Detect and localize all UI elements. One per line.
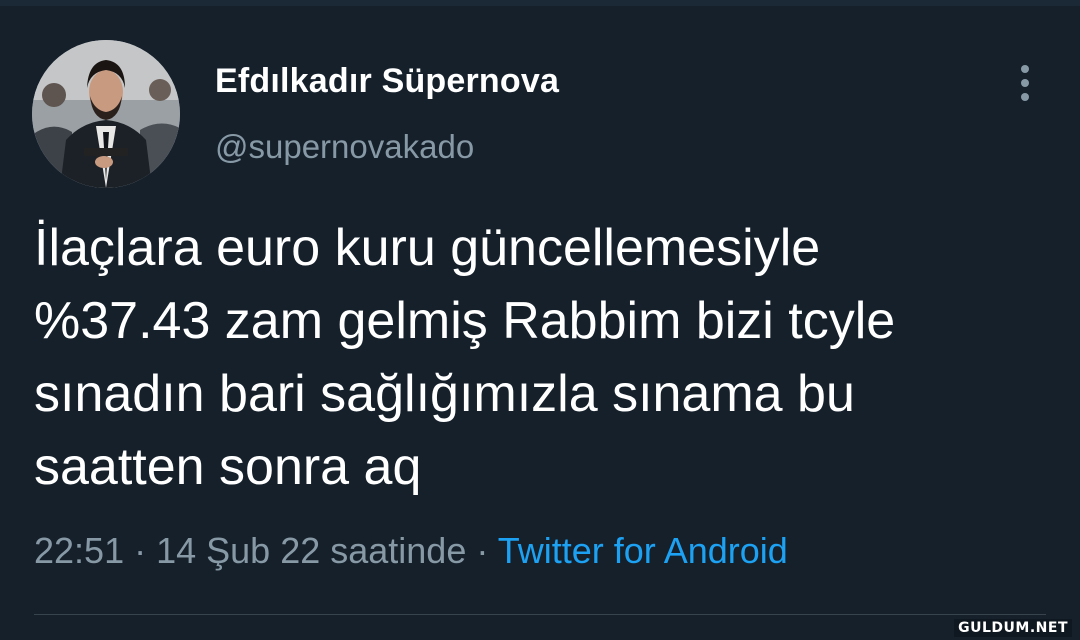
tweet-text: İlaçlara euro kuru güncellemesiyle %37.4… [34, 219, 896, 496]
tweet-source-link[interactable]: Twitter for Android [498, 530, 788, 571]
avatar[interactable] [32, 40, 180, 188]
vertical-ellipsis-icon [1021, 65, 1029, 73]
more-options-button[interactable] [1008, 60, 1042, 106]
tweet-page: Efdılkadır Süpernova @supernovakado İlaç… [0, 0, 1080, 640]
tweet-time[interactable]: 22:51 [34, 530, 124, 571]
handle[interactable]: @supernovakado [215, 128, 474, 166]
top-divider [0, 0, 1080, 6]
bottom-divider [34, 614, 1046, 615]
watermark: GULDUM.NET [954, 619, 1072, 637]
meta-separator: · [124, 530, 157, 571]
tweet-meta: 22:51 · 14 Şub 22 saatinde · Twitter for… [34, 530, 788, 572]
tweet-date[interactable]: 14 Şub 22 saatinde [156, 530, 466, 571]
vertical-ellipsis-icon [1021, 93, 1029, 101]
meta-separator: · [466, 530, 498, 571]
avatar-image [32, 40, 180, 188]
vertical-ellipsis-icon [1021, 79, 1029, 87]
display-name[interactable]: Efdılkadır Süpernova [215, 62, 559, 101]
